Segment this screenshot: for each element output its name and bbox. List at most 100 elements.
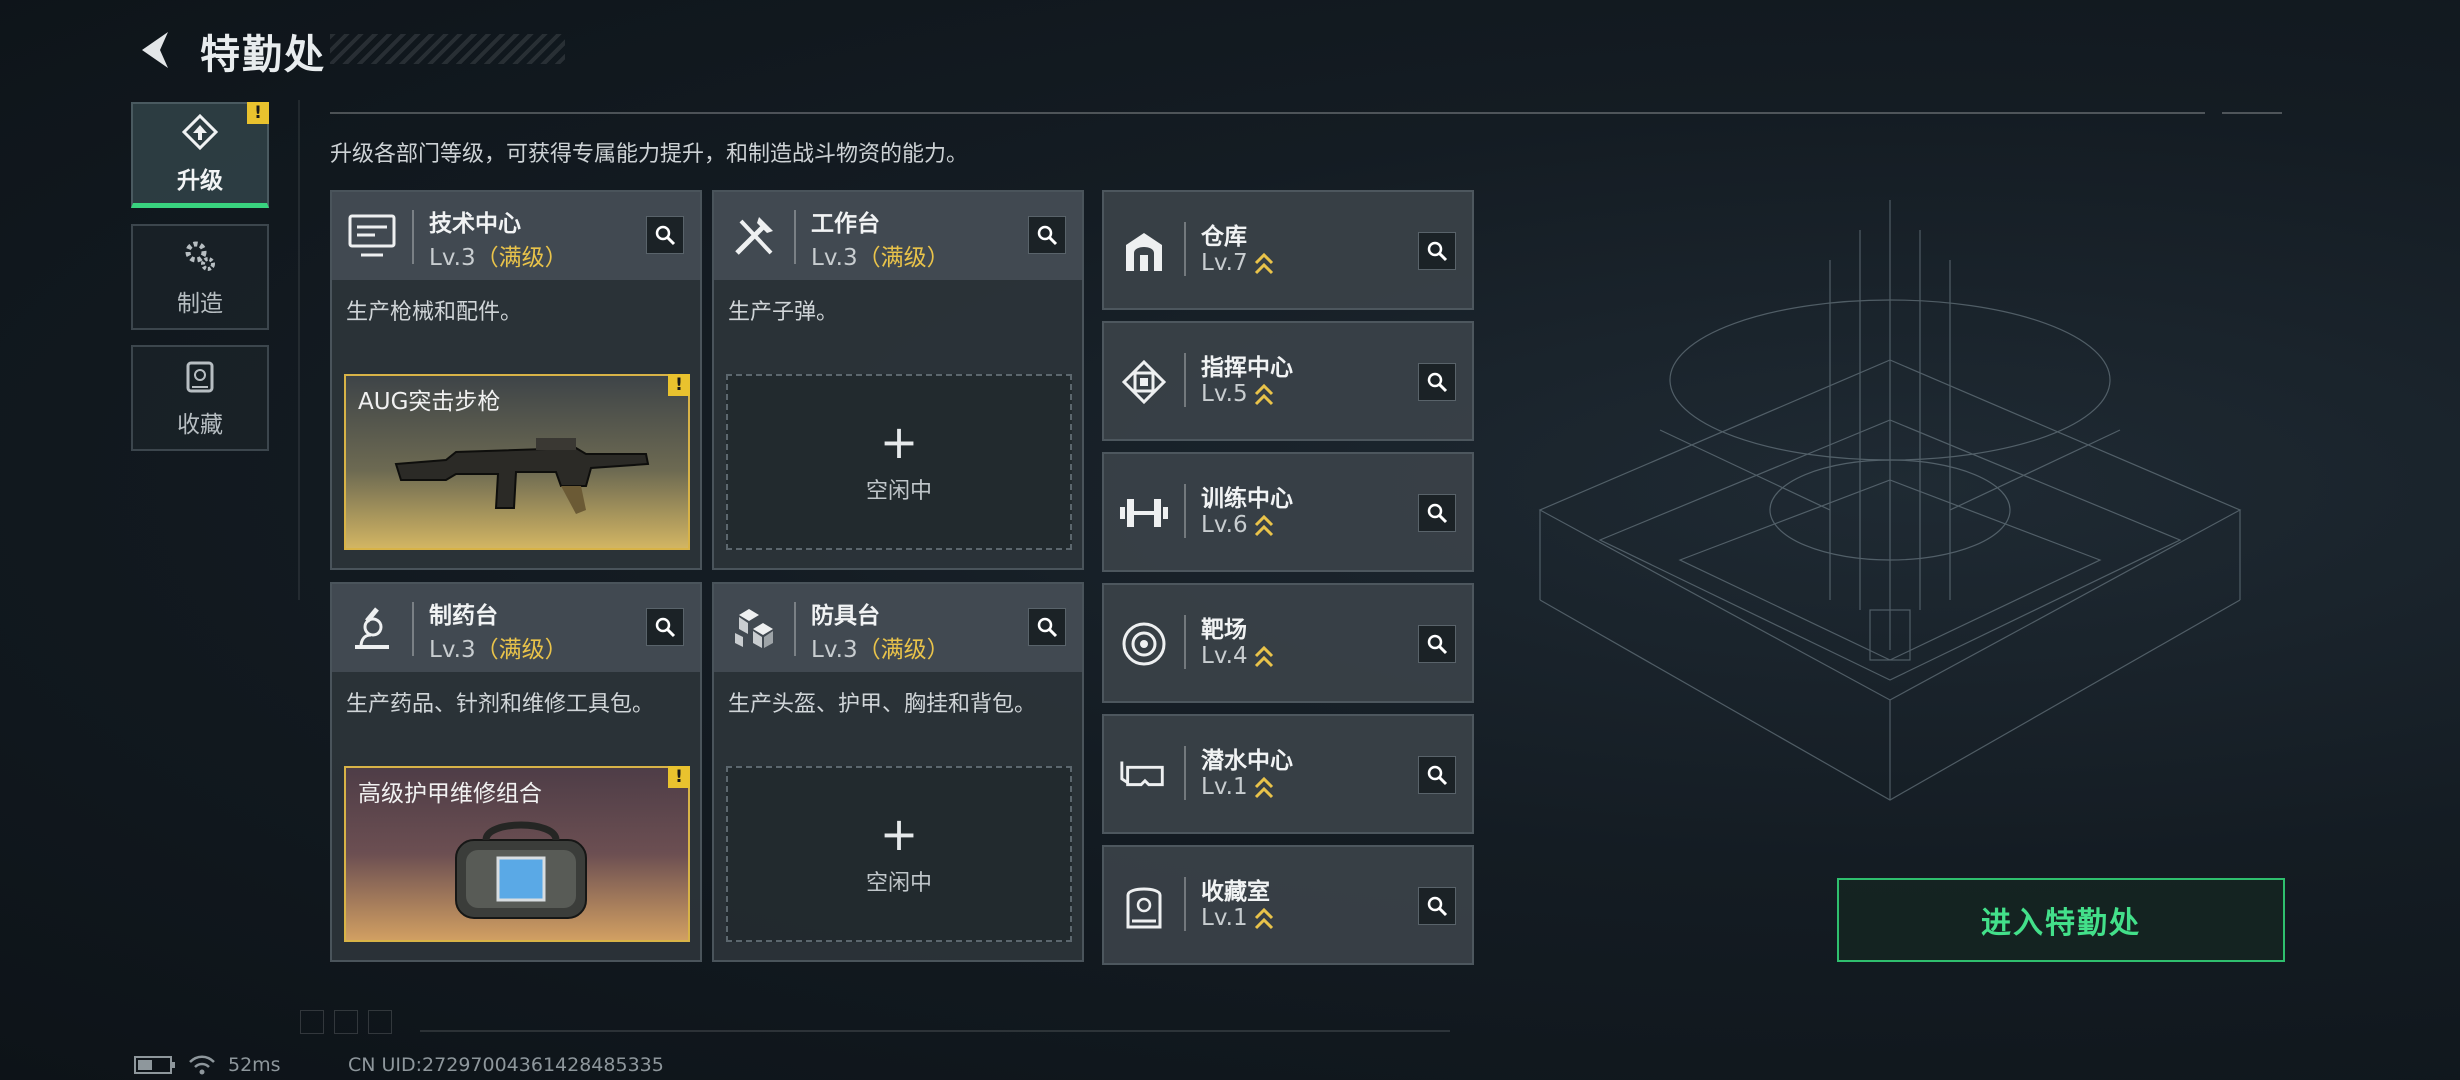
title-decoration [330,34,565,64]
rifle-image [394,438,650,514]
inspect-button[interactable] [1418,232,1456,270]
divider [420,1030,1450,1032]
warning-badge: ! [247,102,269,124]
armor-icon [728,602,780,654]
product-name: AUG突击步枪 [358,389,501,415]
card-header: 工作台 Lv.3（满级） [714,192,1082,280]
inspect-button[interactable] [1028,216,1066,254]
gear-icon [185,241,215,271]
target-icon [1118,618,1170,670]
back-button[interactable] [128,24,180,76]
facility-level: Lv.1 [1201,774,1274,801]
separator [794,210,796,264]
plus-icon: + [879,807,919,861]
facility-card-shooting-range[interactable]: 靶场 Lv.4 [1102,583,1474,703]
microscope-icon [346,602,398,654]
tab-craft[interactable]: 制造 [131,224,269,330]
separator [1184,222,1186,276]
separator [1184,353,1186,407]
search-icon [1427,241,1448,262]
facility-name: 潜水中心 [1201,748,1293,774]
facility-description: 生产药品、针剂和维修工具包。 [346,692,655,717]
inspect-button[interactable] [646,216,684,254]
inspect-button[interactable] [646,608,684,646]
upgrade-available-icon [1254,383,1273,405]
trophy-icon [1118,880,1170,932]
facility-level: Lv.4 [1201,643,1274,670]
inspect-button[interactable] [1418,756,1456,794]
status-bar: 52ms [134,1054,281,1076]
divider [2222,112,2282,114]
inspect-button[interactable] [1418,625,1456,663]
goggles-icon [1118,749,1170,801]
facility-name: 仓库 [1201,224,1247,250]
inspect-button[interactable] [1418,887,1456,925]
upgrade-icon [181,113,219,150]
search-icon [1037,617,1058,638]
repair-kit-image [455,821,587,919]
idle-slot[interactable]: + 空闲中 [726,374,1072,550]
facility-description: 生产子弹。 [728,300,839,325]
production-slot[interactable]: 高级护甲维修组合 ! [344,766,690,942]
facility-card-armor-bench[interactable]: 防具台 Lv.3（满级） 生产头盔、护甲、胸挂和背包。 + 空闲中 [712,582,1084,962]
facility-name: 防具台 [811,603,880,629]
facility-level: Lv.3（满级） [811,245,950,271]
facility-level: Lv.3（满级） [811,637,950,663]
facility-level: Lv.3（满级） [429,637,568,663]
enter-special-ops-button[interactable]: 进入特勤处 [1837,878,2285,962]
separator [794,602,796,656]
trophy-case-icon [186,361,214,393]
divider [298,100,300,600]
tab-upgrade[interactable]: 升级 ! [131,102,269,208]
ping-value: 52ms [228,1054,281,1076]
facility-name: 技术中心 [429,211,521,237]
idle-label: 空闲中 [865,871,932,896]
warning-badge: ! [668,374,690,396]
tab-collection-label: 收藏 [177,412,223,438]
facility-name: 训练中心 [1201,486,1293,512]
facility-card-workbench[interactable]: 工作台 Lv.3（满级） 生产子弹。 + 空闲中 [712,190,1084,570]
facility-name: 靶场 [1201,617,1247,643]
facility-card-pharmacy[interactable]: 制药台 Lv.3（满级） 生产药品、针剂和维修工具包。 高级护甲维修组合 ! [330,582,702,962]
facility-card-tech-center[interactable]: 技术中心 Lv.3（满级） 生产枪械和配件。 AUG突击步枪 ! [330,190,702,570]
user-uid: CN UID:272970043614284853​35 [348,1054,664,1076]
divider [330,112,2205,114]
facility-card-warehouse[interactable]: 仓库 Lv.7 [1102,190,1474,310]
warning-badge: ! [668,766,690,788]
warehouse-icon [1118,225,1170,277]
facility-name: 指挥中心 [1201,355,1293,381]
search-icon [1427,765,1448,786]
search-icon [1427,503,1448,524]
facility-description: 生产头盔、护甲、胸挂和背包。 [728,692,1037,717]
product-name: 高级护甲维修组合 [358,781,542,807]
facility-description: 生产枪械和配件。 [346,300,523,325]
facility-card-collection-room[interactable]: 收藏室 Lv.1 [1102,845,1474,965]
upgrade-available-icon [1254,252,1273,274]
idle-slot[interactable]: + 空闲中 [726,766,1072,942]
tools-icon [728,210,780,262]
facility-level: Lv.3（满级） [429,245,568,271]
search-icon [1427,896,1448,917]
facility-card-diving-center[interactable]: 潜水中心 Lv.1 [1102,714,1474,834]
building-illustration [1538,200,2242,801]
facility-card-training-center[interactable]: 训练中心 Lv.6 [1102,452,1474,572]
separator [412,602,414,656]
production-slot[interactable]: AUG突击步枪 ! [344,374,690,550]
tab-craft-label: 制造 [177,291,223,317]
facility-level: Lv.5 [1201,381,1274,408]
separator [1184,484,1186,538]
separator [412,210,414,264]
search-icon [1427,372,1448,393]
facility-card-command-center[interactable]: 指挥中心 Lv.5 [1102,321,1474,441]
wifi-icon [189,1055,215,1075]
inspect-button[interactable] [1028,608,1066,646]
monitor-icon [346,210,398,262]
upgrade-available-icon [1254,907,1273,929]
tab-collection[interactable]: 收藏 [131,345,269,451]
card-header: 技术中心 Lv.3（满级） [332,192,700,280]
inspect-button[interactable] [1418,363,1456,401]
separator [1184,746,1186,800]
upgrade-available-icon [1254,776,1273,798]
inspect-button[interactable] [1418,494,1456,532]
facility-name: 制药台 [429,603,498,629]
